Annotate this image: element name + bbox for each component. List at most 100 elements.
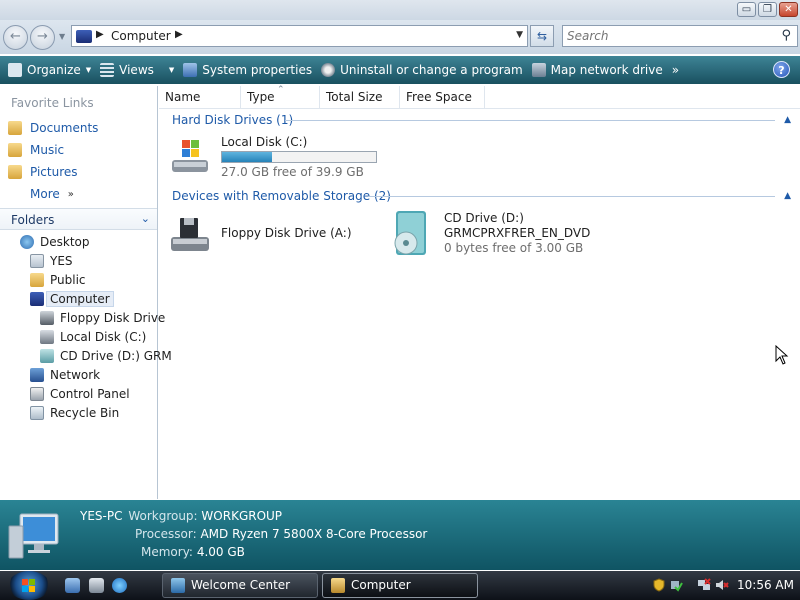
address-dropdown-icon[interactable]: ▼ bbox=[516, 30, 523, 40]
switch-windows-icon[interactable] bbox=[89, 578, 104, 593]
tree-label: Floppy Disk Drive bbox=[60, 310, 166, 325]
tree-item-floppy[interactable]: Floppy Disk Drive bbox=[40, 308, 165, 327]
tree-label: Network bbox=[50, 367, 101, 382]
search-icon[interactable]: ⚲ bbox=[781, 28, 791, 43]
overflow-icon: » bbox=[671, 63, 680, 77]
column-headers: Name ⌃ Type Total Size Free Space bbox=[159, 85, 800, 109]
documents-icon bbox=[8, 121, 22, 135]
taskbar-computer[interactable]: Computer bbox=[322, 573, 478, 598]
views-label: Views bbox=[119, 63, 154, 77]
favorite-label: Music bbox=[30, 143, 65, 157]
recent-pages-dropdown[interactable]: ▼ bbox=[59, 32, 65, 41]
details-processor-row: Processor: AMD Ryzen 7 5800X 8-Core Proc… bbox=[135, 527, 427, 541]
search-input[interactable] bbox=[567, 27, 767, 45]
taskbar-welcome-center[interactable]: Welcome Center bbox=[162, 573, 318, 598]
address-bar[interactable]: ▶ Computer ▶ ▼ bbox=[71, 25, 528, 47]
breadcrumb-separator-icon[interactable]: ▶ bbox=[96, 29, 104, 40]
tree-item-network[interactable]: Network bbox=[30, 365, 100, 384]
views-button[interactable]: Views ▼ bbox=[98, 59, 181, 81]
collapse-group-icon[interactable]: ▲ bbox=[784, 115, 791, 125]
group-hard-disk-drives[interactable]: Hard Disk Drives (1) bbox=[172, 113, 293, 127]
favorite-documents[interactable]: Documents bbox=[8, 118, 98, 138]
windows-logo-icon bbox=[22, 579, 35, 592]
group-removable-storage[interactable]: Devices with Removable Storage (2) bbox=[172, 189, 391, 203]
tree-label: Public bbox=[50, 272, 86, 287]
desktop-icon bbox=[20, 234, 34, 249]
organize-button[interactable]: Organize ▼ bbox=[6, 59, 98, 81]
column-type[interactable]: ⌃ Type bbox=[241, 85, 320, 109]
workgroup-value: WORKGROUP bbox=[201, 509, 283, 523]
organize-label: Organize bbox=[27, 63, 81, 77]
breadcrumb-computer[interactable]: Computer bbox=[111, 29, 171, 43]
back-button[interactable]: ← bbox=[3, 25, 28, 50]
recycle-bin-icon bbox=[30, 405, 44, 420]
favorite-music[interactable]: Music bbox=[8, 140, 64, 160]
close-button[interactable]: ✕ bbox=[779, 2, 798, 17]
maximize-button[interactable]: ❐ bbox=[758, 2, 777, 17]
taskbar-clock[interactable]: 10:56 AM bbox=[737, 578, 794, 592]
folders-header[interactable]: Folders ⌄ bbox=[0, 208, 157, 230]
help-button[interactable]: ? bbox=[773, 61, 790, 78]
favorite-label: Documents bbox=[30, 121, 99, 135]
window-title-bar: ▭ ❐ ✕ bbox=[0, 0, 800, 20]
drive-c-capacity-bar bbox=[221, 151, 377, 163]
map-network-drive-label: Map network drive bbox=[550, 63, 663, 77]
tree-item-yes[interactable]: YES bbox=[30, 251, 73, 270]
system-properties-icon bbox=[183, 63, 198, 77]
computer-name: YES-PC bbox=[80, 509, 123, 523]
drive-d-name: CD Drive (D:) bbox=[444, 211, 524, 225]
tree-item-local-disk[interactable]: Local Disk (C:) bbox=[40, 327, 146, 346]
start-button[interactable] bbox=[8, 571, 50, 600]
favorite-more[interactable]: More » bbox=[30, 184, 74, 204]
folders-label: Folders bbox=[11, 213, 55, 227]
search-box[interactable]: ⚲ bbox=[562, 25, 798, 47]
memory-value: 4.00 GB bbox=[196, 545, 245, 559]
explorer-folder-icon bbox=[331, 578, 345, 593]
task-label: Computer bbox=[351, 578, 411, 592]
network-status-icon[interactable] bbox=[697, 578, 711, 592]
tree-item-control-panel[interactable]: Control Panel bbox=[30, 384, 130, 403]
minimize-button[interactable]: ▭ bbox=[737, 2, 756, 17]
breadcrumb-separator-icon[interactable]: ▶ bbox=[175, 29, 183, 40]
organize-icon bbox=[8, 63, 22, 77]
system-properties-button[interactable]: System properties bbox=[181, 59, 319, 81]
system-properties-label: System properties bbox=[202, 63, 313, 77]
processor-value: AMD Ryzen 7 5800X 8-Core Processor bbox=[200, 527, 428, 541]
tree-item-recycle-bin[interactable]: Recycle Bin bbox=[30, 403, 119, 422]
cd-drive-icon bbox=[394, 211, 426, 255]
show-desktop-icon[interactable] bbox=[65, 578, 80, 593]
internet-explorer-icon[interactable] bbox=[112, 578, 127, 593]
chevron-down-icon: ▼ bbox=[85, 66, 92, 74]
uninstall-program-button[interactable]: Uninstall or change a program bbox=[319, 59, 530, 81]
hard-disk-icon bbox=[40, 329, 54, 344]
refresh-button[interactable]: ⇆ bbox=[530, 25, 554, 47]
uninstall-program-label: Uninstall or change a program bbox=[340, 63, 523, 77]
map-network-drive-button[interactable]: Map network drive bbox=[530, 59, 670, 81]
navigation-pane: Favorite Links Documents Music Pictures … bbox=[0, 86, 172, 499]
control-panel-icon bbox=[30, 386, 44, 401]
column-name[interactable]: Name bbox=[159, 86, 241, 109]
forward-button[interactable]: → bbox=[30, 25, 55, 50]
command-toolbar: Organize ▼ Views ▼ System properties Uni… bbox=[0, 56, 800, 84]
group-divider bbox=[368, 196, 775, 197]
safely-remove-icon[interactable] bbox=[669, 578, 683, 592]
tree-item-public[interactable]: Public bbox=[30, 270, 86, 289]
public-folder-icon bbox=[30, 272, 44, 287]
toolbar-overflow-button[interactable]: » bbox=[670, 59, 686, 81]
tree-label: Desktop bbox=[40, 234, 90, 249]
favorite-pictures[interactable]: Pictures bbox=[8, 162, 78, 182]
column-total-size[interactable]: Total Size bbox=[320, 86, 400, 109]
volume-muted-icon[interactable] bbox=[715, 578, 729, 592]
tree-item-desktop[interactable]: Desktop bbox=[20, 232, 90, 251]
welcome-center-icon bbox=[171, 578, 185, 593]
column-free-space[interactable]: Free Space bbox=[400, 86, 485, 109]
tree-item-computer[interactable]: Computer bbox=[30, 289, 114, 308]
tree-item-cd-drive[interactable]: CD Drive (D:) GRM bbox=[40, 346, 172, 365]
security-shield-icon[interactable] bbox=[652, 578, 666, 592]
system-tray: 10:56 AM bbox=[645, 571, 800, 600]
collapse-group-icon[interactable]: ▲ bbox=[784, 191, 791, 201]
drive-c-name: Local Disk (C:) bbox=[221, 135, 308, 149]
workgroup-label: Workgroup: bbox=[128, 509, 198, 523]
taskbar: Welcome Center Computer 10:56 AM bbox=[0, 571, 800, 600]
computer-icon bbox=[30, 291, 44, 306]
